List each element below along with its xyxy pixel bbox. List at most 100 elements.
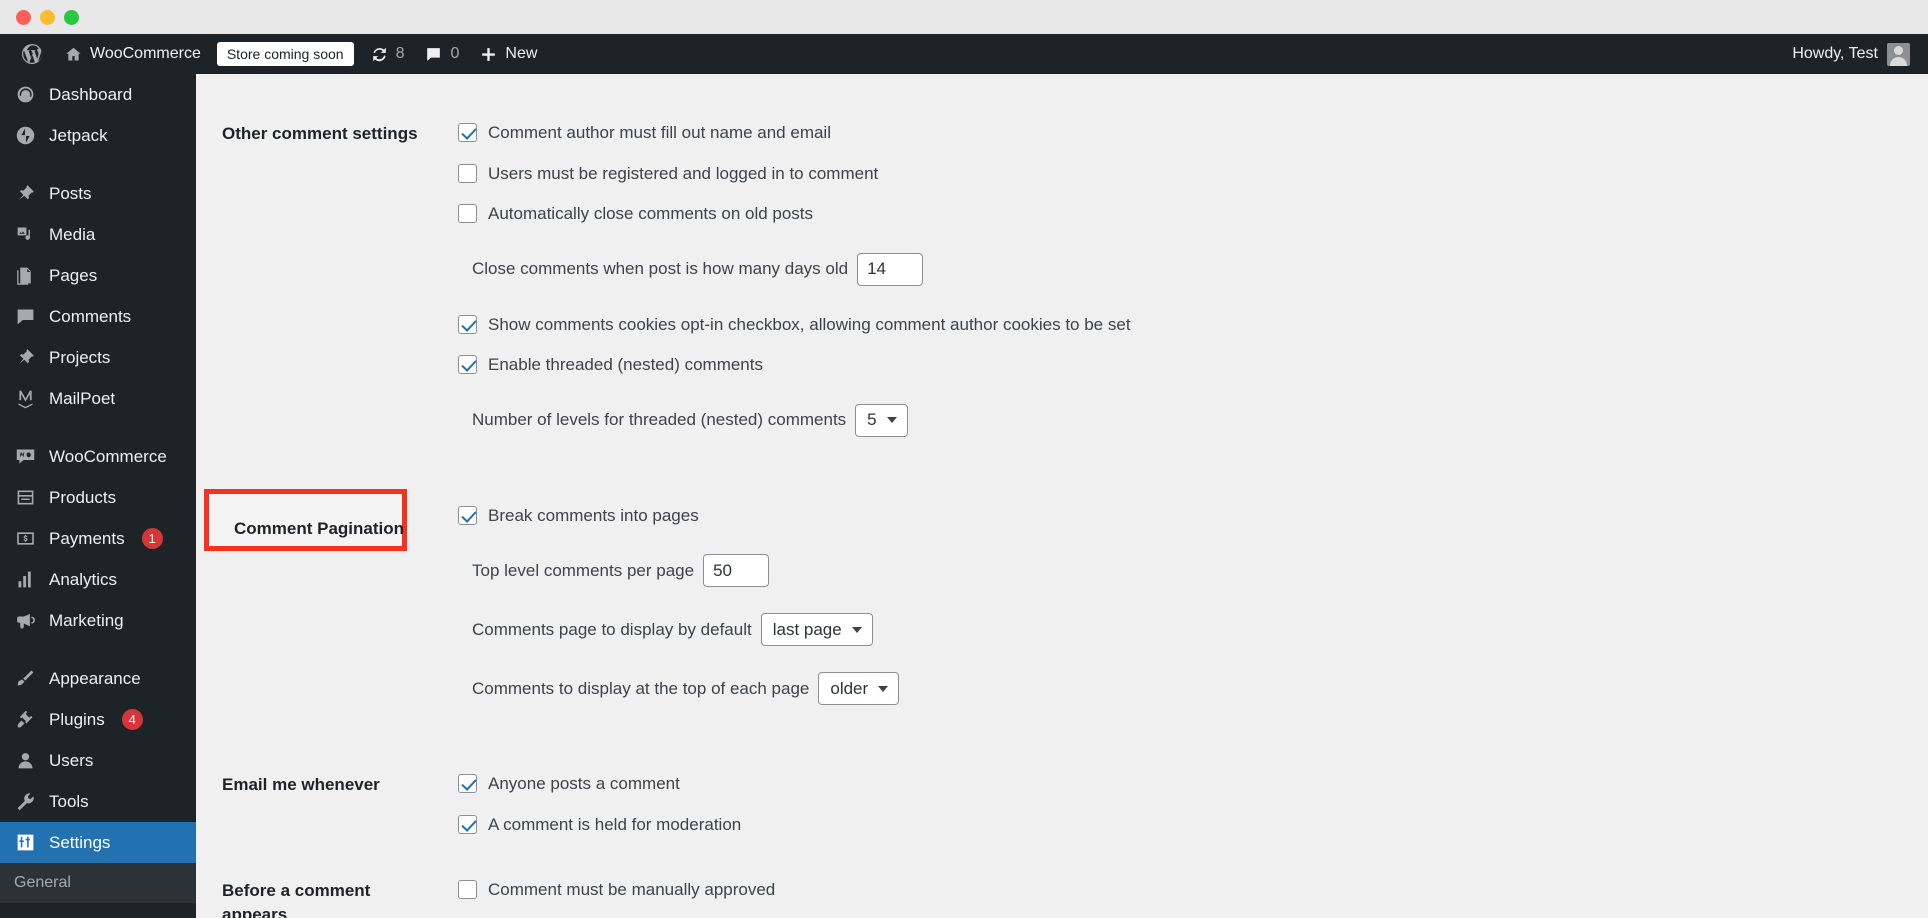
comment-icon bbox=[14, 306, 36, 328]
settings-section-heading: Other comment settings bbox=[196, 100, 448, 483]
settings-section-fields: Comment author must fill out name and em… bbox=[448, 100, 1928, 483]
sidebar-item-label: Plugins bbox=[49, 709, 105, 729]
window-controls bbox=[16, 9, 79, 25]
sidebar-submenu-label: General bbox=[14, 874, 71, 891]
sidebar-item-appearance[interactable]: Appearance bbox=[0, 658, 196, 699]
number-input-close-comments-when-post-is-how-many-days-old[interactable] bbox=[857, 252, 924, 286]
admin-sidebar-menu: Dashboard Jetpack Posts Media Pages Comments P… bbox=[0, 74, 204, 918]
checkbox-label: Comment must be manually approved bbox=[488, 880, 776, 899]
settings-section-row: Email me whenever Anyone posts a comment A… bbox=[196, 751, 1928, 857]
checkbox-row-enable-threaded-nested-comments[interactable]: Enable threaded (nested) comments bbox=[458, 352, 1918, 378]
sidebar-item-comments[interactable]: Comments bbox=[0, 296, 196, 337]
checkbox-users-must-be-registered-and-logged-in-to-commen[interactable] bbox=[458, 163, 477, 183]
sidebar-item-payments[interactable]: Payments 1 bbox=[0, 518, 196, 559]
account-menu[interactable]: Howdy, Test bbox=[1792, 34, 1914, 74]
sidebar-item-marketing[interactable]: Marketing bbox=[0, 600, 196, 641]
store-coming-soon-badge[interactable]: Store coming soon bbox=[216, 42, 354, 66]
site-name-menu[interactable]: WooCommerce bbox=[54, 34, 211, 74]
sidebar-item-projects[interactable]: Projects bbox=[0, 337, 196, 378]
sidebar-item-label: Comments bbox=[49, 306, 132, 326]
sidebar-item-label: Settings bbox=[49, 832, 111, 852]
wordpress-logo-menu[interactable] bbox=[10, 34, 54, 74]
checkbox-a-comment-is-held-for-moderation[interactable] bbox=[458, 814, 477, 834]
sidebar-item-label: Jetpack bbox=[49, 125, 108, 145]
discussion-settings-form: Other comment settings Comment author mus… bbox=[196, 100, 1928, 918]
checkbox-row-a-comment-is-held-for-moderation[interactable]: A comment is held for moderation bbox=[458, 812, 1918, 838]
sidebar-item-label: MailPoet bbox=[49, 388, 116, 408]
update-icon bbox=[370, 45, 389, 64]
settings-section-heading: Before a comment appears bbox=[196, 857, 448, 918]
select-field-row-comments-to-display-at-the-top-of-each-page: Comments to display at the top of each p… bbox=[472, 672, 1918, 705]
sidebar-item-posts[interactable]: Posts bbox=[0, 173, 196, 214]
sidebar-item-users[interactable]: Users bbox=[0, 740, 196, 781]
updates-menu[interactable]: 8 bbox=[360, 34, 415, 74]
sidebar-item-pages[interactable]: Pages bbox=[0, 255, 196, 296]
checkbox-show-comments-cookies-opt-in-checkbox-allowing-c[interactable] bbox=[458, 314, 477, 334]
sidebar-item-settings[interactable]: Settings bbox=[0, 822, 204, 863]
window-titlebar bbox=[0, 0, 1928, 34]
sidebar-submenu-item-general[interactable]: General bbox=[0, 863, 196, 903]
number-field-row-close-comments-when-post-is-how-many-days-old: Close comments when post is how many day… bbox=[472, 252, 1918, 286]
field-label: Comments page to display by default bbox=[472, 619, 752, 639]
select-number-of-levels-for-threaded-nested-comments[interactable]: 5 bbox=[855, 403, 908, 437]
sidebar-item-label: Posts bbox=[49, 183, 92, 203]
checkbox-row-anyone-posts-a-comment[interactable]: Anyone posts a comment bbox=[458, 771, 1918, 797]
checkbox-comment-must-be-manually-approved[interactable] bbox=[458, 880, 477, 900]
maximize-window-button[interactable] bbox=[64, 9, 79, 25]
mailpoet-icon bbox=[14, 388, 36, 410]
sidebar-item-tools[interactable]: Tools bbox=[0, 781, 196, 822]
sidebar-item-jetpack[interactable]: Jetpack bbox=[0, 115, 196, 156]
settings-section-heading: Comment Pagination bbox=[196, 483, 448, 752]
checkbox-label: Break comments into pages bbox=[488, 505, 699, 525]
chevron-down-icon bbox=[851, 626, 862, 633]
sidebar-item-analytics[interactable]: Analytics bbox=[0, 559, 196, 600]
sidebar-item-label: Products bbox=[49, 487, 117, 507]
sidebar-item-plugins[interactable]: Plugins 4 bbox=[0, 699, 196, 740]
settings-section-fields: Comment must be manually approvedComment… bbox=[448, 857, 1928, 918]
checkbox-row-comment-must-be-manually-approved[interactable]: Comment must be manually approved bbox=[458, 877, 1918, 903]
comments-count: 0 bbox=[450, 45, 460, 62]
sidebar-item-label: Marketing bbox=[49, 610, 124, 630]
settings-section-fields: Anyone posts a comment A comment is held … bbox=[448, 751, 1928, 857]
checkbox-break-comments-into-pages[interactable] bbox=[458, 505, 477, 525]
checkbox-row-comment-author-must-fill-out-name-and-email[interactable]: Comment author must fill out name and em… bbox=[458, 120, 1918, 146]
section-heading-label: Before a comment appears bbox=[222, 881, 371, 918]
minimize-window-button[interactable] bbox=[40, 9, 55, 25]
sidebar-separator bbox=[0, 156, 196, 173]
sidebar-item-woocommerce[interactable]: WooCommerce bbox=[0, 436, 196, 477]
new-content-menu[interactable]: New bbox=[469, 34, 547, 74]
close-window-button[interactable] bbox=[16, 9, 31, 25]
checkbox-comment-author-must-fill-out-name-and-email[interactable] bbox=[458, 123, 477, 143]
select-value: last page bbox=[772, 619, 842, 639]
checkbox-row-automatically-close-comments-on-old-posts[interactable]: Automatically close comments on old post… bbox=[458, 201, 1918, 227]
sidebar-item-badge: 1 bbox=[141, 528, 163, 549]
sidebar-item-label: Pages bbox=[49, 265, 98, 285]
checkbox-row-users-must-be-registered-and-logged-in-to-commen[interactable]: Users must be registered and logged in t… bbox=[458, 161, 1918, 187]
sidebar-item-mailpoet[interactable]: MailPoet bbox=[0, 378, 196, 419]
checkbox-row-show-comments-cookies-opt-in-checkbox-allowing-c[interactable]: Show comments cookies opt-in checkbox, a… bbox=[458, 312, 1918, 338]
checkbox-automatically-close-comments-on-old-posts[interactable] bbox=[458, 204, 477, 224]
brush-icon bbox=[14, 668, 36, 690]
pin-icon bbox=[14, 347, 36, 369]
dashboard-icon bbox=[14, 84, 36, 106]
jetpack-icon bbox=[14, 125, 36, 147]
select-comments-page-to-display-by-default[interactable]: last page bbox=[760, 613, 873, 646]
wp-admin-bar: WooCommerce Store coming soon 8 0 New Ho… bbox=[0, 34, 1928, 74]
sidebar-item-products[interactable]: Products bbox=[0, 477, 196, 518]
checkbox-anyone-posts-a-comment[interactable] bbox=[458, 774, 477, 794]
wordpress-icon bbox=[20, 42, 44, 66]
discussion-settings-content: Other comment settings Comment author mus… bbox=[196, 74, 1928, 918]
field-label: Close comments when post is how many day… bbox=[472, 259, 849, 279]
checkbox-row-break-comments-into-pages[interactable]: Break comments into pages bbox=[458, 503, 1918, 529]
select-comments-to-display-at-the-top-of-each-page[interactable]: older bbox=[818, 672, 900, 705]
pages-icon bbox=[14, 265, 36, 287]
sidebar-item-dashboard[interactable]: Dashboard bbox=[0, 74, 196, 115]
new-content-label: New bbox=[505, 45, 538, 62]
sidebar-item-media[interactable]: Media bbox=[0, 214, 196, 255]
settings-section-fields: Break comments into pages Top level comme… bbox=[448, 483, 1928, 752]
browser-window: WooCommerce Store coming soon 8 0 New Ho… bbox=[0, 0, 1928, 918]
number-input-top-level-comments-per-page[interactable] bbox=[703, 554, 770, 587]
tools-icon bbox=[14, 791, 36, 813]
checkbox-enable-threaded-nested-comments[interactable] bbox=[458, 355, 477, 375]
comments-menu[interactable]: 0 bbox=[414, 34, 469, 74]
